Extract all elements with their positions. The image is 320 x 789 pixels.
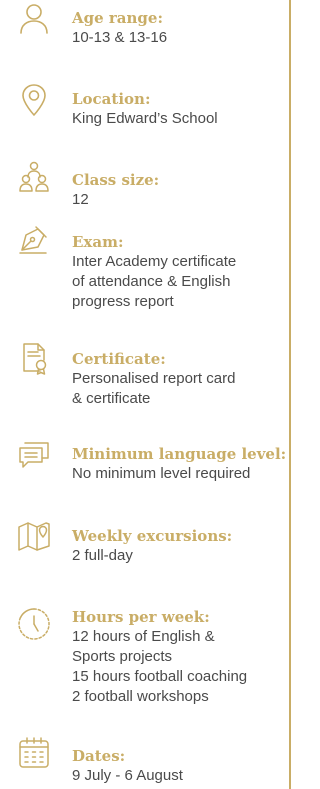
detail-label: Minimum language level:	[72, 445, 287, 463]
location-pin-icon	[16, 82, 52, 118]
detail-label: Hours per week:	[72, 608, 210, 626]
map-icon	[16, 518, 52, 554]
vertical-divider	[289, 0, 291, 789]
detail-value: King Edward’s School	[72, 110, 218, 127]
detail-value: 9 July - 6 August	[72, 767, 183, 784]
clock-icon	[16, 606, 52, 642]
detail-label: Weekly excursions:	[72, 527, 233, 545]
detail-label: Age range:	[72, 9, 163, 27]
detail-value: 12	[72, 191, 89, 208]
detail-value: 12 hours of English & Sports projects 15…	[72, 628, 248, 705]
group-icon	[16, 159, 52, 195]
calendar-icon	[16, 735, 52, 771]
detail-value: Personalised report card & certificate	[72, 370, 236, 407]
detail-value: No minimum level required	[72, 465, 251, 482]
detail-label: Exam:	[72, 233, 124, 251]
pen-nib-icon	[16, 221, 52, 257]
detail-label: Dates:	[72, 747, 126, 765]
detail-value: 2 full-day	[72, 547, 133, 564]
course-details-panel: Age range: 10-13 & 13-16 Location: King …	[0, 0, 289, 789]
detail-label: Class size:	[72, 171, 160, 189]
detail-label: Certificate:	[72, 350, 166, 368]
detail-label: Location:	[72, 90, 151, 108]
detail-value: Inter Academy certificate of attendance …	[72, 253, 237, 310]
certificate-icon	[16, 340, 52, 376]
detail-value: 10-13 & 13-16	[72, 29, 168, 46]
speech-bubbles-icon	[16, 436, 52, 472]
person-icon	[16, 1, 52, 37]
